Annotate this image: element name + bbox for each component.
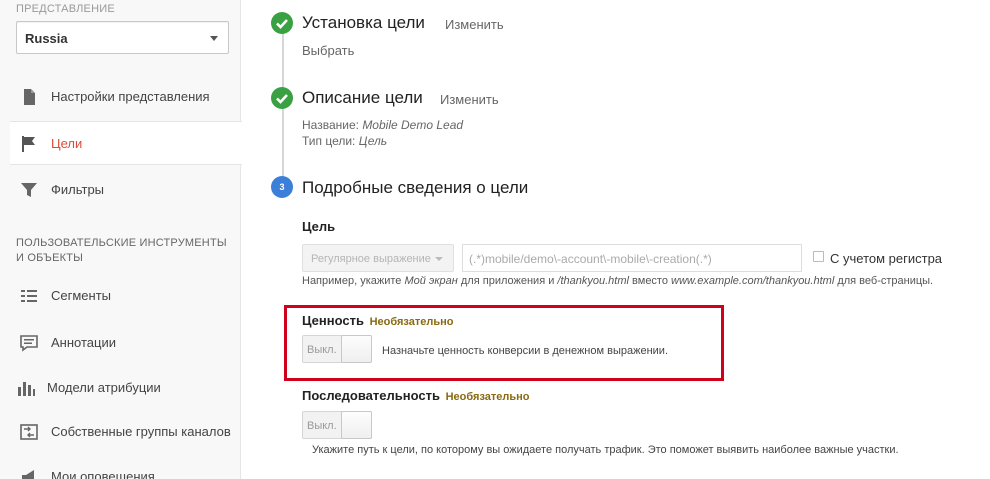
goal-field-label: Цель <box>302 219 336 234</box>
hint-text: Например, укажите <box>302 275 402 287</box>
toggle-off-label: Выкл. <box>307 420 337 432</box>
optional-badge: Необязательно <box>369 316 454 328</box>
destination-hint: Например, укажите Мой экран для приложен… <box>302 275 933 287</box>
step-timeline <box>282 30 284 190</box>
channels-icon <box>20 424 38 440</box>
document-icon <box>24 89 35 105</box>
sidebar-item-label: Мои оповещения <box>51 469 155 479</box>
match-type-select[interactable]: Регулярное выражение <box>302 244 454 272</box>
annotation-icon <box>20 335 38 352</box>
sidebar-item-goals[interactable]: Цели <box>10 121 250 165</box>
sidebar-item-label: Цели <box>51 136 83 151</box>
sidebar-item-filters[interactable]: Фильтры <box>10 168 241 212</box>
case-sensitive-label: С учетом регистра <box>830 251 943 266</box>
step-2-title: Описание цели <box>302 88 423 107</box>
bar-chart-icon <box>18 382 35 396</box>
toggle-knob <box>341 335 372 363</box>
goal-type-line: Тип цели: Цель <box>302 134 387 148</box>
match-type-value: Регулярное выражение <box>311 253 431 265</box>
sidebar-item-label: Настройки представления <box>51 89 210 104</box>
flag-icon <box>22 136 35 152</box>
step-1-edit-link[interactable]: Изменить <box>445 17 504 32</box>
destination-value: (.*)mobile/demo\-account\-mobile\-creati… <box>469 252 712 266</box>
goal-type-label: Тип цели: <box>302 134 356 148</box>
value-description: Назначьте ценность конверсии в денежном … <box>382 345 668 357</box>
sidebar-item-attribution[interactable]: Модели атрибуции <box>10 366 241 410</box>
step-3-number: 3 <box>271 176 293 198</box>
step-2-edit-link[interactable]: Изменить <box>440 92 499 107</box>
filter-icon <box>21 183 37 197</box>
step-1-summary: Выбрать <box>302 43 355 58</box>
funnel-description: Укажите путь к цели, по которому вы ожид… <box>312 444 899 456</box>
chevron-down-icon <box>210 36 218 41</box>
funnel-field-label: Последовательность Необязательно <box>302 388 530 403</box>
goal-name-label: Название: <box>302 118 359 132</box>
sidebar-item-view-settings[interactable]: Настройки представления <box>10 75 241 119</box>
check-icon <box>271 87 293 109</box>
toggle-off-label: Выкл. <box>307 344 337 356</box>
sidebar-item-annotations[interactable]: Аннотации <box>10 321 241 365</box>
chevron-down-icon <box>435 257 443 261</box>
goal-name-line: Название: Mobile Demo Lead <box>302 118 463 132</box>
view-select[interactable]: Russia <box>16 21 229 54</box>
value-toggle[interactable]: Выкл. <box>302 335 372 363</box>
goal-name-value: Mobile Demo Lead <box>362 118 464 132</box>
optional-badge: Необязательно <box>445 391 530 403</box>
hint-emphasis: /thankyou.html <box>557 275 629 287</box>
value-label-text: Ценность <box>302 313 364 328</box>
hint-text: для приложения и <box>460 275 555 287</box>
step-3-title: Подробные сведения о цели <box>302 178 529 197</box>
sidebar-item-label: Сегменты <box>51 288 112 303</box>
check-icon <box>271 12 293 34</box>
sidebar-item-alerts[interactable]: Мои оповещения <box>10 455 241 479</box>
sidebar-item-label: Собственные группы каналов <box>51 424 231 439</box>
segments-icon <box>21 290 37 302</box>
toggle-knob <box>341 411 372 439</box>
hint-text: вместо <box>632 275 668 287</box>
sidebar: ПРЕДСТАВЛЕНИЕ Russia Настройки представл… <box>0 0 250 479</box>
sidebar-item-segments[interactable]: Сегменты <box>10 274 241 318</box>
view-select-value: Russia <box>25 31 68 46</box>
sidebar-item-label: Фильтры <box>51 182 105 197</box>
sidebar-item-label: Модели атрибуции <box>47 380 161 395</box>
destination-input[interactable]: (.*)mobile/demo\-account\-mobile\-creati… <box>462 244 802 272</box>
megaphone-icon <box>22 470 34 479</box>
funnel-label-text: Последовательность <box>302 388 440 403</box>
section-heading: ПОЛЬЗОВАТЕЛЬСКИЕ ИНСТРУМЕНТЫ И ОБЪЕКТЫ <box>16 237 227 264</box>
step-1-title: Установка цели <box>302 13 425 32</box>
goal-type-value: Цель <box>358 134 388 148</box>
sidebar-item-channel-groups[interactable]: Собственные группы каналов <box>10 410 241 454</box>
sidebar-item-label: Аннотации <box>51 335 116 350</box>
case-sensitive-checkbox[interactable] <box>813 251 824 262</box>
view-label: ПРЕДСТАВЛЕНИЕ <box>16 3 115 15</box>
active-pointer <box>243 137 250 151</box>
hint-emphasis: Мой экран <box>404 275 458 287</box>
hint-emphasis: www.example.com/thankyou.html <box>671 275 835 287</box>
value-field-label: Ценность Необязательно <box>302 313 454 328</box>
hint-text: для веб-страницы. <box>837 275 934 287</box>
funnel-toggle[interactable]: Выкл. <box>302 411 372 439</box>
